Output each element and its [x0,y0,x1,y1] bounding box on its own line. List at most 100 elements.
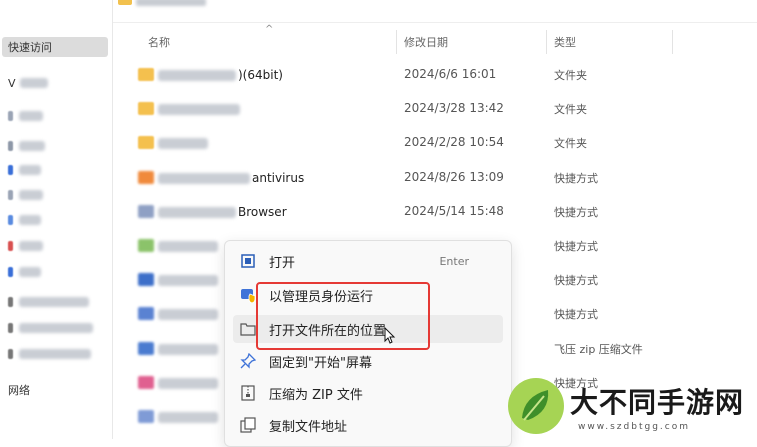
app-shortcut-icon [138,171,154,184]
sidebar-item-label: 网络 [8,384,30,397]
blurred-name [158,343,218,355]
drive-icon [8,349,13,359]
file-type: 飞压 zip 压缩文件 [554,343,643,356]
zip-icon [239,384,257,402]
file-type: 快捷方式 [554,172,598,185]
menu-item-label: 压缩为 ZIP 文件 [269,387,363,403]
sidebar-item[interactable] [8,236,43,256]
app-shortcut-icon [138,376,154,389]
column-header-name[interactable]: 名称 [148,33,170,51]
folder-open-icon [239,320,257,338]
highlight-annotation [256,282,430,350]
blurred-name [158,240,218,252]
sidebar-item[interactable] [8,185,43,205]
file-name: Browser [238,205,287,219]
breadcrumb-bar [112,0,757,23]
column-divider[interactable] [396,30,397,54]
column-divider[interactable] [546,30,547,54]
app-shortcut-icon [138,205,154,218]
file-row[interactable]: Browser 2024/5/14 15:48 快捷方式 [132,195,672,229]
sidebar-item[interactable] [8,210,41,230]
blurred-name [158,206,236,218]
menu-item-open[interactable]: 打开 Enter [233,247,503,275]
file-date: 2024/5/14 15:48 [404,204,504,218]
file-type: 快捷方式 [554,308,598,321]
sidebar-item[interactable] [8,292,89,312]
menu-item-copy-path[interactable]: 复制文件地址 [233,411,503,439]
column-header-type[interactable]: 类型 [554,33,576,51]
file-row[interactable]: antivirus 2024/8/26 13:09 快捷方式 [132,161,672,195]
folder-icon [138,68,154,81]
app-shortcut-icon [138,273,154,286]
file-type: 文件夹 [554,69,587,82]
shortcut-hint: Enter [439,254,469,268]
breadcrumb-path[interactable] [136,0,206,6]
sidebar-item[interactable] [8,106,43,126]
file-type: 文件夹 [554,103,587,116]
file-type: 快捷方式 [554,274,598,287]
leaf-logo-icon [508,378,564,434]
blurred-name [158,103,240,115]
column-header-date[interactable]: 修改日期 [404,33,448,51]
column-divider[interactable] [672,30,673,54]
folder-icon [8,267,13,277]
blurred-name [158,308,218,320]
folder-icon [118,0,132,5]
sidebar-item[interactable] [8,136,45,156]
app-shortcut-icon [138,410,154,423]
open-icon [239,252,257,270]
folder-icon [8,215,13,225]
app-shortcut-icon [138,307,154,320]
sidebar-item-label: V [8,76,16,90]
file-date: 2024/3/28 13:42 [404,101,504,115]
file-date: 2024/2/28 10:54 [404,135,504,149]
copy-path-icon [239,416,257,434]
sidebar-item[interactable] [8,262,41,282]
file-type: 快捷方式 [554,240,598,253]
file-name: antivirus [252,171,305,185]
folder-icon [138,136,154,149]
file-row[interactable]: 2024/3/28 13:42 文件夹 [132,92,672,126]
file-date: 2024/8/26 13:09 [404,170,504,184]
file-row[interactable]: 2024/2/28 10:54 文件夹 [132,126,672,160]
menu-item-label: 打开 [269,255,296,271]
menu-item-label: 固定到"开始"屏幕 [269,355,372,371]
sidebar-item[interactable] [8,318,93,338]
file-type: 快捷方式 [554,206,598,219]
file-row[interactable]: )(64bit) 2024/6/6 16:01 文件夹 [132,58,672,92]
blurred-name [158,377,218,389]
mouse-cursor-icon [384,327,396,344]
sidebar-item-label: 快速访问 [8,41,52,54]
sidebar-item-quick-access[interactable]: 快速访问 [2,37,108,57]
zip-file-icon [138,342,154,355]
blurred-name [158,172,250,184]
blurred-name [158,137,208,149]
blurred-name [158,69,236,81]
folder-icon [8,241,13,251]
file-type: 文件夹 [554,137,587,150]
sidebar-item[interactable] [8,344,91,364]
menu-item-compress-zip[interactable]: 压缩为 ZIP 文件 [233,379,503,407]
drive-icon [8,141,13,151]
folder-icon [8,165,13,175]
pin-icon [239,352,257,370]
folder-icon [8,190,13,200]
drive-icon [8,297,13,307]
sidebar-item-network[interactable]: 网络 [8,380,30,400]
sidebar-item[interactable] [8,160,41,180]
drive-icon [8,323,13,333]
file-name: )(64bit) [238,68,283,82]
menu-item-pin-to-start[interactable]: 固定到"开始"屏幕 [233,347,503,375]
watermark: 大不同手游网 www.szdbtgg.com [508,378,757,439]
menu-item-label: 复制文件地址 [269,419,348,435]
sidebar-item-v[interactable]: V [8,73,48,93]
blurred-name [158,274,218,286]
drive-icon [8,111,13,121]
watermark-title: 大不同手游网 [570,386,745,419]
folder-icon [138,102,154,115]
blurred-name [158,411,218,423]
shield-icon [239,286,257,304]
file-date: 2024/6/6 16:01 [404,67,497,81]
sort-ascending-icon: ^ [265,24,274,35]
watermark-url: www.szdbtgg.com [578,422,690,432]
